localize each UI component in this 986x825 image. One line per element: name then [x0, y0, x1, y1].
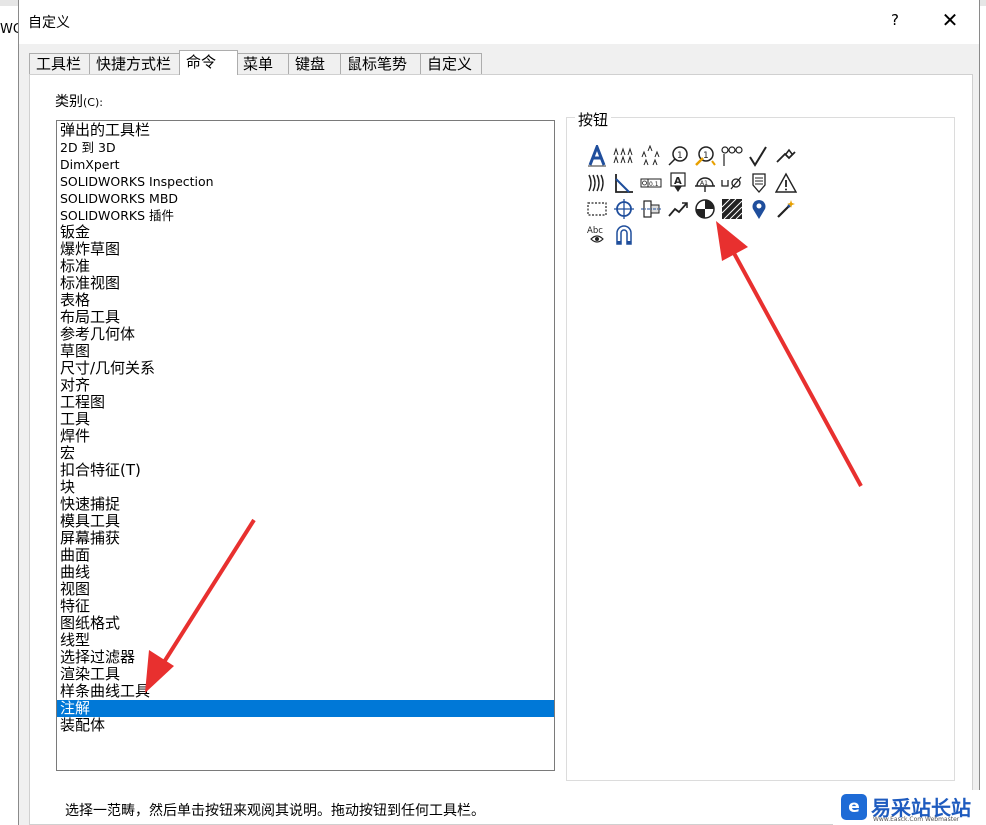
- location-pin-icon[interactable]: [748, 198, 770, 220]
- category-item[interactable]: 弹出的工具栏: [57, 122, 554, 139]
- revision-symbol-icon[interactable]: [775, 172, 797, 194]
- commands-panel: 类别(C): 弹出的工具栏 2D 到 3D DimXpert SOLIDWORKS I…: [29, 74, 973, 825]
- category-item[interactable]: SOLIDWORKS MBD: [57, 190, 554, 207]
- balloon-icon[interactable]: 1: [667, 145, 689, 167]
- category-listbox[interactable]: 弹出的工具栏 2D 到 3D DimXpert SOLIDWORKS Inspecti…: [56, 120, 555, 771]
- datum-feature-icon[interactable]: 0.1: [640, 172, 662, 194]
- category-item[interactable]: 曲面: [57, 547, 554, 564]
- centerline-icon[interactable]: [640, 198, 662, 220]
- category-item[interactable]: 草图: [57, 343, 554, 360]
- spell-checker-icon[interactable]: Abc: [586, 224, 608, 246]
- category-item[interactable]: 特征: [57, 598, 554, 615]
- category-item[interactable]: 图纸格式: [57, 615, 554, 632]
- cosmetic-thread-icon[interactable]: [748, 172, 770, 194]
- geometric-tolerance-icon[interactable]: [613, 172, 635, 194]
- category-item[interactable]: 对齐: [57, 377, 554, 394]
- surface-finish-icon[interactable]: [748, 145, 770, 167]
- watermark-logo-icon: e: [841, 794, 867, 820]
- category-item[interactable]: DimXpert: [57, 156, 554, 173]
- tab-customization[interactable]: 自定义: [420, 53, 482, 74]
- category-item[interactable]: 布局工具: [57, 309, 554, 326]
- category-item[interactable]: 注解: [57, 700, 554, 717]
- category-item[interactable]: 块: [57, 479, 554, 496]
- title-bar[interactable]: 自定义 ? ✕: [19, 0, 979, 44]
- customize-dialog: 自定义 ? ✕ 工具栏 快捷方式栏 命令 菜单 键盘 鼠标笔势 自定义 类别(C…: [18, 0, 980, 825]
- category-item[interactable]: 样条曲线工具: [57, 683, 554, 700]
- category-item[interactable]: 线型: [57, 632, 554, 649]
- watermark: e 易采站长站 Www.Easck.Com Webmaster: [833, 790, 986, 825]
- tab-menus[interactable]: 菜单: [236, 53, 290, 74]
- category-item[interactable]: 工具: [57, 411, 554, 428]
- category-item[interactable]: 曲线: [57, 564, 554, 581]
- hole-callout-icon[interactable]: [586, 172, 608, 194]
- svg-text:Abc: Abc: [587, 226, 603, 236]
- category-item[interactable]: 工程图: [57, 394, 554, 411]
- multi-jog-leader-icon[interactable]: [667, 198, 689, 220]
- category-item[interactable]: 扣合特征(T): [57, 462, 554, 479]
- svg-text:A1: A1: [700, 180, 708, 187]
- category-item[interactable]: 宏: [57, 445, 554, 462]
- svg-text:1: 1: [703, 151, 709, 161]
- datum-target-icon[interactable]: A: [667, 172, 689, 194]
- close-button[interactable]: ✕: [935, 8, 965, 36]
- category-item[interactable]: 爆炸草图: [57, 241, 554, 258]
- svg-text:0.1: 0.1: [649, 181, 659, 188]
- area-hatch-icon[interactable]: [694, 198, 716, 220]
- category-item[interactable]: SOLIDWORKS 插件: [57, 207, 554, 224]
- buttons-group-label: 按钮: [575, 109, 612, 130]
- magnetic-line-icon[interactable]: [721, 145, 743, 167]
- tab-commands[interactable]: 命令: [179, 50, 238, 75]
- category-item[interactable]: 渲染工具: [57, 666, 554, 683]
- category-item[interactable]: 钣金: [57, 224, 554, 241]
- magnet-icon[interactable]: [613, 224, 635, 246]
- hatch-fill-icon[interactable]: [721, 198, 743, 220]
- center-mark-icon[interactable]: [613, 198, 635, 220]
- description-text: 选择一范畴，然后单击按钮来观阅其说明。拖动按钮到任何工具栏。: [65, 803, 485, 819]
- category-item[interactable]: 标准视图: [57, 275, 554, 292]
- category-item[interactable]: 视图: [57, 581, 554, 598]
- tab-shortcut-bars[interactable]: 快捷方式栏: [89, 53, 183, 74]
- tab-toolbars[interactable]: 工具栏: [29, 53, 90, 74]
- auto-balloon-icon[interactable]: 1: [694, 145, 716, 167]
- category-item[interactable]: 尺寸/几何关系: [57, 360, 554, 377]
- category-item[interactable]: 表格: [57, 292, 554, 309]
- category-item[interactable]: 选择过滤器: [57, 649, 554, 666]
- category-item[interactable]: 快速捕捉: [57, 496, 554, 513]
- category-item[interactable]: 焊件: [57, 428, 554, 445]
- category-item[interactable]: 装配体: [57, 717, 554, 734]
- category-item[interactable]: 屏幕捕获: [57, 530, 554, 547]
- note-icon[interactable]: [586, 145, 608, 167]
- weld-symbol-icon[interactable]: [775, 145, 797, 167]
- tab-keyboard[interactable]: 键盘: [288, 53, 342, 74]
- category-item[interactable]: 2D 到 3D: [57, 139, 554, 156]
- tab-mouse-gestures[interactable]: 鼠标笔势: [340, 53, 422, 74]
- circular-note-pattern-icon[interactable]: [640, 145, 662, 167]
- category-label: 类别(C):: [55, 94, 103, 110]
- category-item[interactable]: 参考几何体: [57, 326, 554, 343]
- help-button[interactable]: ?: [881, 11, 909, 35]
- linear-note-pattern-icon[interactable]: [613, 145, 635, 167]
- category-item[interactable]: 标准: [57, 258, 554, 275]
- category-item[interactable]: 模具工具: [57, 513, 554, 530]
- magic-wand-icon[interactable]: [775, 198, 797, 220]
- category-item[interactable]: SOLIDWORKS Inspection: [57, 173, 554, 190]
- block-icon[interactable]: A1: [694, 172, 716, 194]
- svg-text:A: A: [674, 176, 682, 187]
- revision-cloud-icon[interactable]: [586, 198, 608, 220]
- window-title: 自定义: [28, 15, 70, 31]
- hole-symbol-icon[interactable]: [721, 172, 743, 194]
- svg-text:1: 1: [677, 151, 683, 161]
- watermark-subtext: Www.Easck.Com Webmaster: [873, 816, 960, 823]
